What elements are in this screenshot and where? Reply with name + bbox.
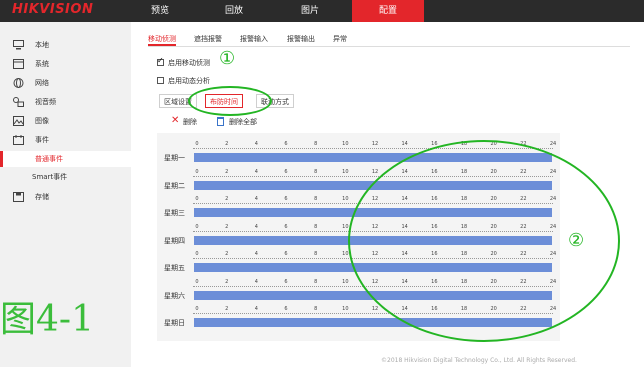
image-icon — [13, 116, 24, 126]
enable-dynamic-analysis-checkbox[interactable] — [157, 77, 164, 84]
day-label: 星期五 — [164, 264, 185, 272]
nav-playback[interactable]: 回放 — [212, 0, 256, 22]
sidebar-item-label: 事件 — [35, 136, 49, 144]
figure-label: 图4-1 — [0, 299, 94, 340]
top-navigation-bar: HIKVISION 预览 回放 图片 配置 — [0, 0, 644, 22]
day-label: 星期六 — [164, 291, 185, 300]
sidebar-subitem-basic-event[interactable]: 普通事件 — [0, 151, 131, 167]
nav-picture[interactable]: 图片 — [288, 0, 332, 22]
sidebar-item-network[interactable]: 网络 — [0, 74, 131, 92]
delete-all-button[interactable]: 删除全部 — [229, 117, 257, 127]
sidebar-item-event[interactable]: 事件 — [0, 131, 131, 149]
sidebar-item-label: 存储 — [35, 193, 49, 201]
sidebar-item-storage[interactable]: 存储 — [0, 188, 131, 206]
day-label: 星期二 — [164, 181, 185, 190]
system-icon — [13, 59, 24, 69]
enable-motion-label: 启用移动侦测 — [168, 59, 210, 67]
sidebar-subitem-label: Smart事件 — [32, 173, 68, 181]
sidebar-item-image[interactable]: 图像 — [0, 112, 131, 130]
nav-preview[interactable]: 预览 — [138, 0, 182, 22]
tab-exception[interactable]: 异常 — [333, 34, 347, 46]
copyright-text: ©2018 Hikvision Digital Technology Co., … — [381, 357, 577, 364]
sidebar-item-label: 本地 — [35, 41, 49, 49]
annotation-circle-1 — [188, 86, 272, 116]
tab-divider — [148, 46, 630, 47]
tab-alarm-output[interactable]: 报警输出 — [287, 34, 315, 46]
annotation-marker-1: ① — [219, 48, 236, 69]
sidebar-item-system[interactable]: 系统 — [0, 55, 131, 73]
nav-configuration[interactable]: 配置 — [352, 0, 424, 22]
day-label: 星期日 — [164, 319, 185, 327]
sidebar-item-local[interactable]: 本地 — [0, 36, 131, 54]
hikvision-logo: HIKVISION — [12, 2, 94, 17]
sidebar-item-label: 图像 — [35, 117, 49, 125]
globe-icon — [13, 78, 24, 88]
sidebar-item-audio-video[interactable]: 视音频 — [0, 93, 131, 111]
day-label: 星期三 — [164, 209, 185, 217]
trash-icon — [217, 117, 224, 126]
sidebar-subitem-label: 普通事件 — [35, 155, 63, 163]
tab-motion-detection[interactable]: 移动侦测 — [148, 34, 176, 46]
delete-button[interactable]: 删除 — [183, 117, 197, 127]
sidebar-subitem-smart-event[interactable]: Smart事件 — [0, 169, 131, 185]
day-label: 星期四 — [164, 236, 185, 245]
tab-alarm-input[interactable]: 报警输入 — [240, 34, 268, 46]
enable-dynamic-analysis-label: 启用动态分析 — [168, 77, 210, 85]
day-label: 星期一 — [164, 154, 185, 162]
sidebar-item-label: 网络 — [35, 79, 49, 87]
sidebar-item-label: 视音频 — [35, 98, 56, 106]
audio-video-icon — [13, 97, 24, 107]
enable-motion-checkbox[interactable] — [157, 56, 164, 66]
sidebar-item-label: 系统 — [35, 60, 49, 68]
delete-x-icon: ✕ — [171, 115, 180, 126]
calendar-icon — [13, 135, 24, 145]
annotation-marker-2: ② — [568, 230, 585, 251]
monitor-icon — [13, 40, 24, 50]
disk-icon — [13, 192, 24, 202]
tab-tamper-alarm[interactable]: 遮挡报警 — [194, 34, 222, 46]
